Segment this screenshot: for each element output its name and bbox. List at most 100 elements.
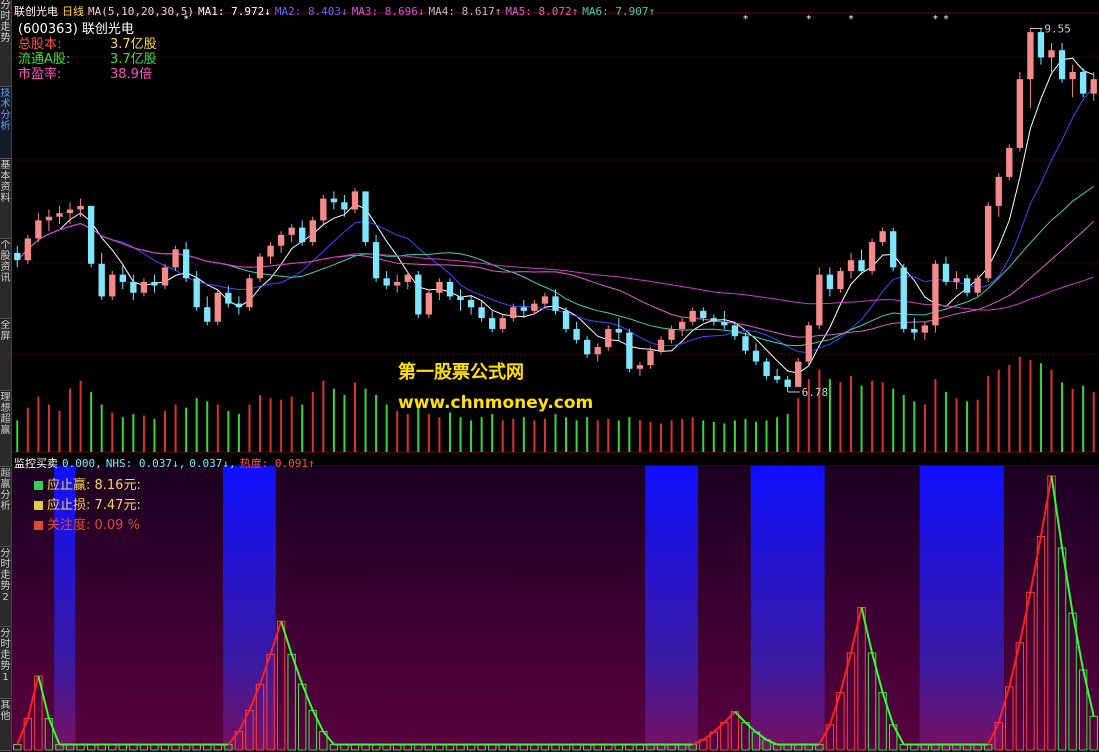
candle-body-73 bbox=[784, 379, 791, 387]
candle-body-10 bbox=[119, 274, 126, 282]
candle-body-67 bbox=[721, 321, 728, 326]
signal-star-5: * bbox=[943, 14, 949, 25]
candle-body-29 bbox=[320, 198, 327, 221]
volume-bar-95 bbox=[1018, 357, 1021, 452]
side-tab-7[interactable]: 分时走势2 bbox=[0, 548, 11, 627]
period-label[interactable]: 日线 bbox=[62, 5, 84, 18]
indicator-v3: 0.037↓, bbox=[189, 457, 236, 470]
volume-bar-0 bbox=[16, 420, 19, 452]
legend-take-profit: 应止赢: 8.16元: bbox=[34, 474, 141, 493]
indicator-nhs: NHS: 0.037↓, bbox=[105, 457, 186, 470]
side-tab-6[interactable]: 超赢分析 bbox=[0, 468, 11, 547]
legend-stop-loss-label: 应止损: 7.47元: bbox=[47, 498, 141, 513]
candle-body-80 bbox=[858, 260, 865, 272]
volume-bar-96 bbox=[1029, 360, 1032, 452]
kline-svg[interactable]: 9.556.78* * * * * * bbox=[12, 0, 1099, 752]
signal-star-2: * bbox=[806, 14, 812, 25]
ma6-value: MA6: 7.907↑ bbox=[582, 5, 656, 18]
volume-bar-63 bbox=[681, 418, 684, 452]
candle-body-30 bbox=[330, 198, 338, 203]
candle-body-26 bbox=[288, 227, 295, 235]
candle-body-18 bbox=[204, 307, 211, 322]
candle-body-0 bbox=[14, 252, 21, 261]
volume-bar-9 bbox=[111, 412, 114, 452]
candle-body-21 bbox=[235, 303, 243, 308]
candle-body-19 bbox=[214, 292, 221, 322]
volume-bar-46 bbox=[501, 420, 504, 452]
signal-star-3: * bbox=[848, 14, 854, 25]
candle-body-31 bbox=[341, 202, 348, 210]
candle-body-25 bbox=[277, 234, 285, 246]
candle-body-15 bbox=[172, 249, 179, 268]
candle-body-14 bbox=[161, 267, 169, 286]
candle-body-69 bbox=[742, 336, 749, 351]
volume-bar-22 bbox=[248, 404, 251, 452]
volume-bar-92 bbox=[987, 376, 990, 452]
side-tab-5[interactable]: 理想超赢 bbox=[0, 392, 11, 467]
candle-body-70 bbox=[752, 350, 760, 362]
volume-bar-11 bbox=[132, 414, 135, 452]
candle-body-33 bbox=[362, 191, 369, 243]
candle-body-82 bbox=[879, 231, 886, 243]
indicator-title[interactable]: 监控买卖 bbox=[14, 457, 58, 470]
volume-bar-52 bbox=[565, 417, 568, 452]
candle-body-43 bbox=[467, 300, 475, 308]
volume-bar-20 bbox=[227, 410, 230, 452]
ma-params: MA(5,10,20,30,5) bbox=[88, 5, 194, 18]
volume-bar-37 bbox=[406, 414, 409, 452]
volume-bar-66 bbox=[712, 421, 715, 452]
candle-body-37 bbox=[404, 274, 411, 282]
candle-body-74 bbox=[795, 361, 802, 387]
candle-body-44 bbox=[478, 307, 485, 319]
ma-line-3 bbox=[16, 185, 1094, 347]
volume-bar-91 bbox=[976, 399, 979, 452]
side-tab-1[interactable]: 技术分析 bbox=[0, 88, 11, 159]
side-tab-9[interactable]: 其他 bbox=[0, 700, 11, 751]
candle-body-93 bbox=[995, 176, 1002, 206]
candle-body-61 bbox=[657, 339, 665, 351]
candle-body-58 bbox=[626, 332, 633, 369]
volume-bar-89 bbox=[955, 398, 958, 452]
volume-bar-55 bbox=[596, 420, 599, 452]
candle-body-71 bbox=[763, 361, 770, 377]
side-tab-3[interactable]: 个股资讯 bbox=[0, 240, 11, 319]
volume-bar-74 bbox=[797, 398, 800, 452]
candle-body-22 bbox=[246, 278, 253, 308]
volume-bar-18 bbox=[206, 401, 209, 452]
high-label: 9.55 bbox=[1044, 22, 1071, 35]
pe-value: 38.9倍 bbox=[110, 67, 152, 82]
candle-body-77 bbox=[826, 274, 834, 290]
candle-body-95 bbox=[1016, 79, 1024, 148]
candle-body-54 bbox=[583, 339, 591, 355]
volume-bar-54 bbox=[586, 417, 589, 452]
side-tab-8[interactable]: 分时走势1 bbox=[0, 628, 11, 699]
candle-body-5 bbox=[66, 209, 74, 214]
side-tab-4[interactable]: 全屏 bbox=[0, 320, 11, 391]
legend-stop-loss: 应止损: 7.47元: bbox=[34, 494, 141, 513]
side-tab-0[interactable]: 分时走势 bbox=[0, 0, 11, 87]
volume-bar-34 bbox=[375, 395, 378, 452]
candle-body-47 bbox=[510, 307, 517, 319]
volume-bar-30 bbox=[332, 388, 335, 452]
candle-body-42 bbox=[457, 296, 464, 301]
volume-bar-84 bbox=[902, 395, 905, 452]
candle-body-46 bbox=[499, 318, 506, 329]
volume-bar-3 bbox=[47, 404, 50, 452]
candle-body-6 bbox=[77, 205, 84, 210]
candle-body-94 bbox=[1006, 147, 1013, 177]
volume-bar-16 bbox=[185, 407, 188, 452]
candle-body-98 bbox=[1048, 50, 1055, 58]
side-tab-2[interactable]: 基本资料 bbox=[0, 160, 11, 239]
signal-star-4: * bbox=[932, 14, 938, 25]
candle-body-88 bbox=[942, 263, 950, 282]
candle-body-59 bbox=[636, 365, 644, 369]
volume-bar-62 bbox=[670, 420, 673, 452]
candle-body-99 bbox=[1058, 50, 1066, 80]
candle-body-8 bbox=[98, 263, 105, 297]
volume-bar-24 bbox=[269, 398, 272, 452]
candle-body-16 bbox=[182, 249, 190, 279]
volume-bar-59 bbox=[638, 420, 641, 452]
candle-body-51 bbox=[552, 296, 559, 311]
volume-bar-15 bbox=[174, 404, 177, 452]
ma-line-4 bbox=[16, 220, 1095, 338]
